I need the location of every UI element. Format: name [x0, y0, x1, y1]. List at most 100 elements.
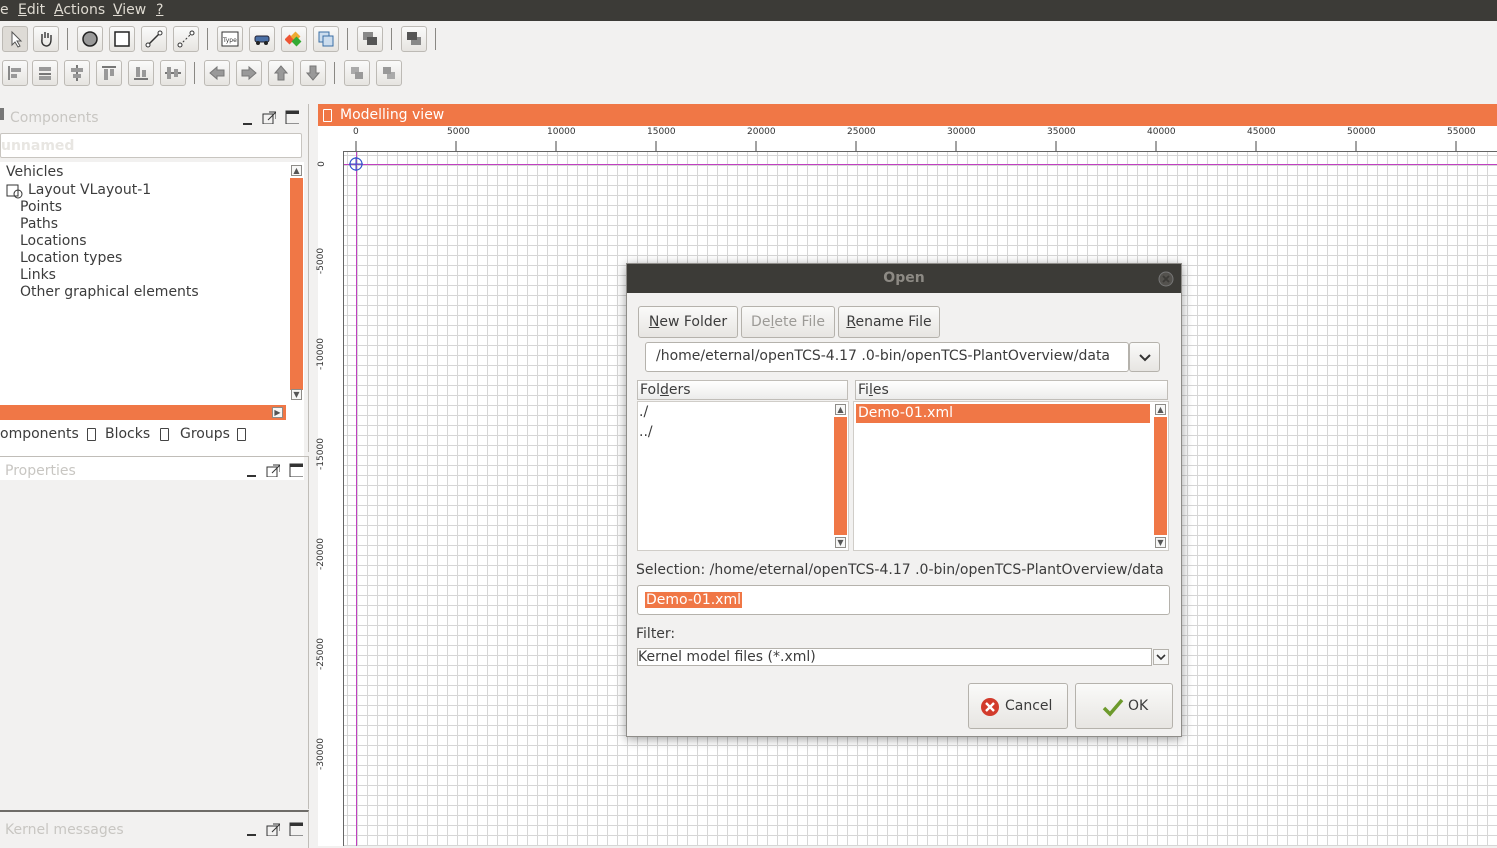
maximize-icon[interactable] [285, 110, 299, 124]
scroll-up-icon[interactable]: ▲ [835, 404, 846, 415]
create-location-button[interactable] [109, 26, 135, 52]
origin-marker-icon[interactable] [349, 157, 365, 173]
minimize-icon[interactable] [241, 113, 255, 127]
scroll-down-icon[interactable]: ▼ [291, 389, 302, 400]
scroll-thumb[interactable] [834, 417, 847, 535]
raise-button[interactable] [344, 60, 370, 86]
tab-blocks[interactable]: Blocks [105, 426, 150, 442]
properties-panel-title: Properties [5, 463, 76, 479]
panel-grip [0, 108, 4, 120]
selection-input[interactable]: Demo-01.xml [637, 585, 1170, 615]
folders-list[interactable]: ./ ../ ▲ ▼ [637, 401, 849, 551]
move-left-button[interactable] [204, 60, 230, 86]
tree-item-points[interactable]: Points [20, 199, 62, 215]
create-location-type-button[interactable]: Type [217, 26, 243, 52]
align-bottom-button[interactable] [128, 60, 154, 86]
create-vehicle-button[interactable] [249, 26, 275, 52]
create-link-button[interactable] [173, 26, 199, 52]
filter-value: Kernel model files (*.xml) [638, 649, 816, 665]
toolbar-separator [347, 28, 348, 50]
create-group-button[interactable] [313, 26, 339, 52]
maximize-icon[interactable] [289, 822, 303, 836]
create-point-button[interactable] [77, 26, 103, 52]
tree-item-layout[interactable]: Layout VLayout-1 [28, 182, 151, 198]
send-to-back-button[interactable] [401, 26, 427, 52]
ok-button[interactable]: OK [1075, 683, 1173, 729]
filter-dropdown-button[interactable] [1153, 649, 1169, 665]
delete-file-button[interactable]: Delete File [741, 306, 835, 338]
align-middle-button[interactable] [64, 60, 90, 86]
close-icon[interactable] [1158, 271, 1174, 287]
raise-icon [351, 67, 363, 79]
file-item-selected[interactable]: Demo-01.xml [856, 404, 1150, 423]
lower-button[interactable] [376, 60, 402, 86]
menu-help[interactable]: ? [156, 2, 163, 18]
modelling-view-titlebar: Modelling view [318, 104, 1497, 126]
folders-scrollbar[interactable]: ▲ ▼ [834, 402, 848, 550]
tree-item-paths[interactable]: Paths [20, 216, 58, 232]
scroll-down-icon[interactable]: ▼ [835, 537, 846, 548]
tree-hscrollbar[interactable]: ▶ [0, 405, 286, 420]
tree-item-vehicles[interactable]: Vehicles [6, 164, 63, 180]
tab-icon [160, 428, 169, 441]
rename-file-button[interactable]: Rename File [838, 306, 940, 338]
bring-to-front-button[interactable] [357, 26, 383, 52]
menu-edit[interactable]: Edit [18, 2, 45, 18]
files-header[interactable]: Files [855, 380, 1168, 400]
detach-icon[interactable] [266, 463, 280, 477]
move-right-button[interactable] [236, 60, 262, 86]
align-center-h-button[interactable] [32, 60, 58, 86]
tab-groups[interactable]: Groups [180, 426, 230, 442]
menu-actions[interactable]: Actions [54, 2, 105, 18]
tab-components[interactable]: omponents [0, 426, 79, 442]
align-left-button[interactable] [2, 60, 28, 86]
tree-item-location-types[interactable]: Location types [20, 250, 122, 266]
align-bottom-icon [134, 67, 148, 80]
files-scrollbar[interactable]: ▲ ▼ [1154, 402, 1168, 550]
scroll-right-icon[interactable]: ▶ [272, 407, 283, 418]
menu-file[interactable]: e [0, 2, 9, 18]
path-dropdown-button[interactable] [1129, 342, 1160, 372]
folders-header[interactable]: Folders [637, 380, 848, 400]
move-down-button[interactable] [300, 60, 326, 86]
align-vertical-center-button[interactable] [160, 60, 186, 86]
ruler-horizontal: 0 5000 10000 15000 20000 25000 30000 350… [318, 126, 1497, 152]
move-up-button[interactable] [268, 60, 294, 86]
tree-item-locations[interactable]: Locations [20, 233, 87, 249]
align-top-button[interactable] [96, 60, 122, 86]
folder-item[interactable]: ../ [639, 424, 653, 440]
cancel-button[interactable]: Cancel [968, 683, 1068, 729]
tree-item-other-elements[interactable]: Other graphical elements [20, 284, 199, 300]
ruler-x-label: 45000 [1247, 127, 1276, 137]
tree-vscrollbar[interactable]: ▲ ▼ [289, 163, 304, 401]
select-tool-button[interactable] [2, 26, 28, 52]
detach-icon[interactable] [266, 822, 280, 836]
scroll-down-icon[interactable]: ▼ [1155, 537, 1166, 548]
toolbar-separator [334, 62, 335, 84]
menu-view[interactable]: View [113, 2, 146, 18]
detach-icon[interactable] [262, 110, 276, 124]
ruler-x-label: 25000 [847, 127, 876, 137]
pan-tool-button[interactable] [33, 26, 59, 52]
path-combo[interactable]: /home/eternal/openTCS-4.17 .0-bin/openTC… [645, 342, 1129, 372]
toolbar-separator [391, 28, 392, 50]
model-name-field[interactable]: unnamed [0, 133, 302, 158]
new-folder-button[interactable]: New Folder [638, 306, 738, 338]
folder-item[interactable]: ./ [639, 404, 648, 420]
create-block-button[interactable] [281, 26, 307, 52]
components-panel-title: Components [10, 110, 99, 126]
scroll-up-icon[interactable]: ▲ [291, 165, 302, 176]
create-path-button[interactable] [141, 26, 167, 52]
scroll-thumb[interactable] [1154, 417, 1167, 535]
tree-item-links[interactable]: Links [20, 267, 56, 283]
arrow-left-icon [209, 65, 225, 81]
scroll-up-icon[interactable]: ▲ [1155, 404, 1166, 415]
minimize-icon[interactable] [245, 824, 259, 838]
open-dialog: Open New Folder Delete File Rename File … [626, 263, 1182, 737]
files-list[interactable]: Demo-01.xml ▲ ▼ [853, 401, 1169, 551]
filter-select[interactable]: Kernel model files (*.xml) [637, 648, 1152, 666]
maximize-icon[interactable] [289, 463, 303, 477]
scroll-thumb[interactable] [290, 178, 303, 390]
arrow-up-icon [273, 65, 289, 81]
minimize-icon[interactable] [245, 465, 259, 479]
